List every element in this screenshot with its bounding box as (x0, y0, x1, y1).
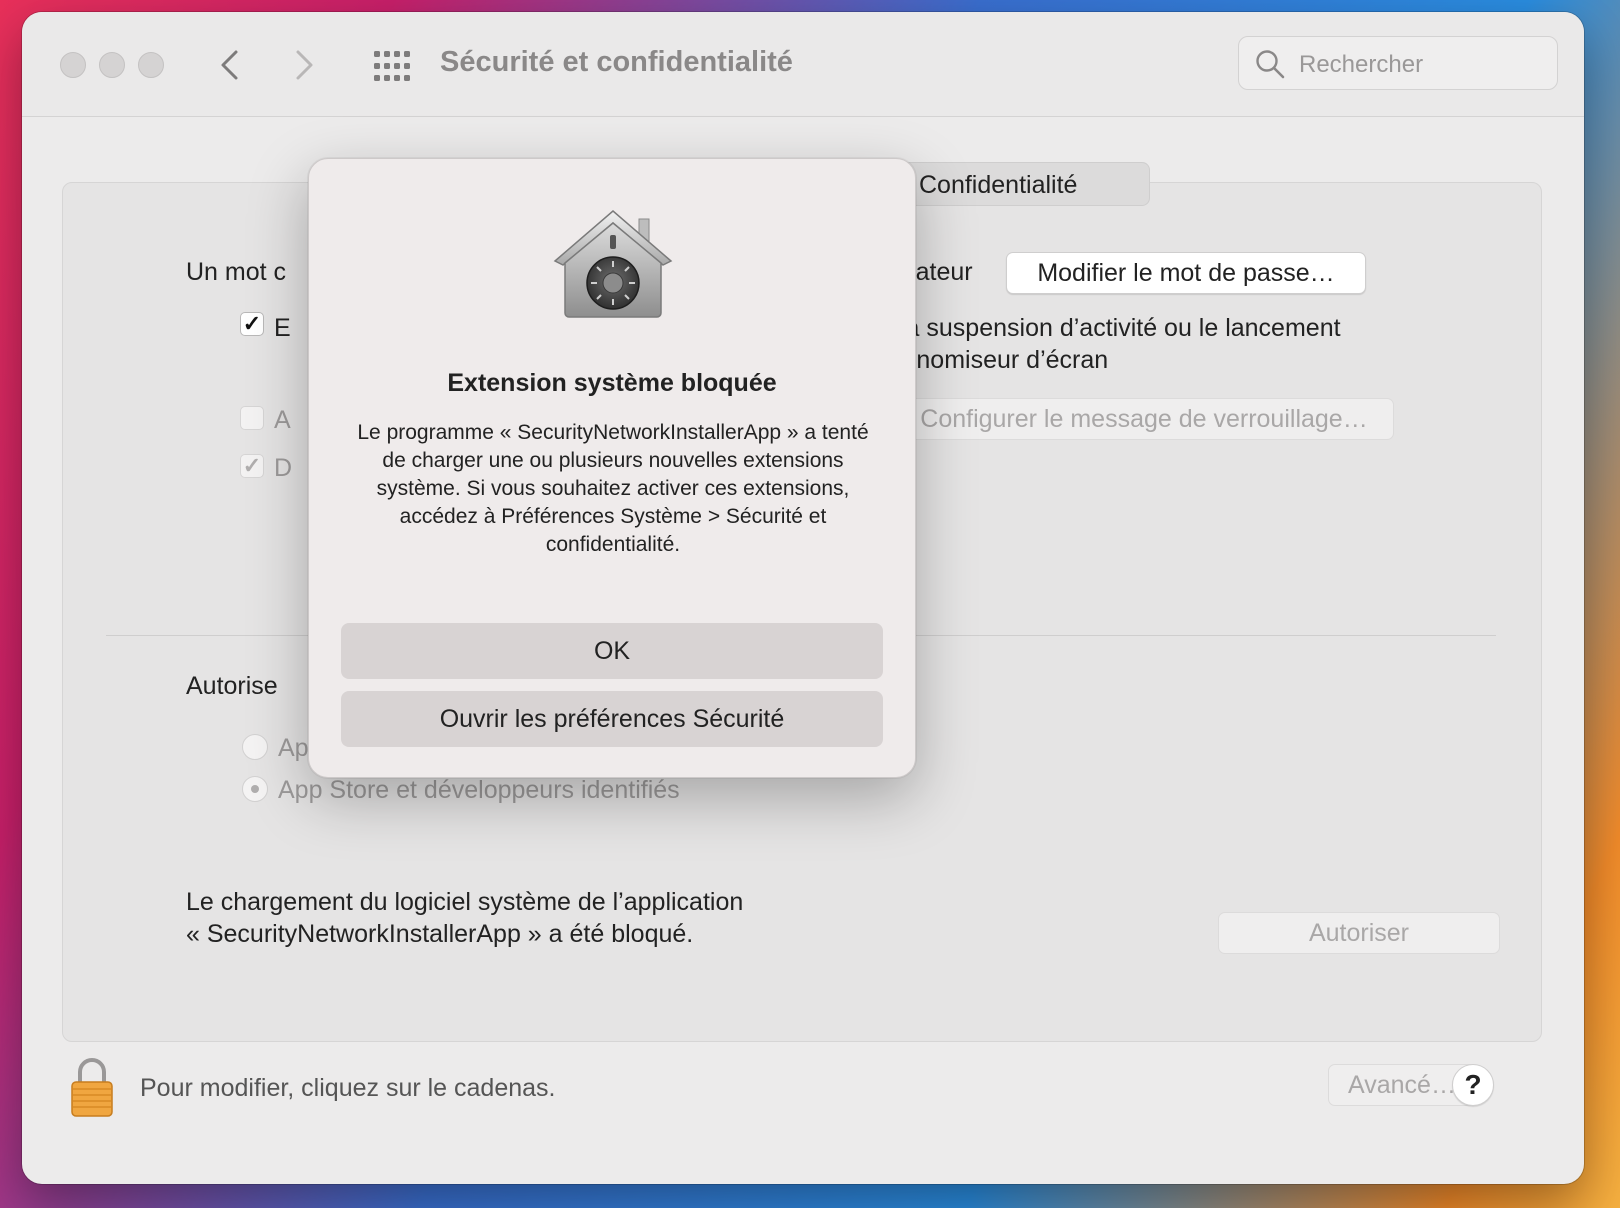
chevron-left-icon (221, 50, 238, 80)
security-house-icon (551, 205, 675, 319)
titlebar: Sécurité et confidentialité Rechercher (22, 12, 1584, 117)
search-placeholder: Rechercher (1299, 51, 1424, 78)
require-password-letter: E (274, 314, 291, 342)
lock-message: Pour modifier, cliquez sur le cadenas. (140, 1074, 556, 1102)
search-icon (1256, 50, 1285, 79)
show-all-grid-button[interactable] (374, 50, 412, 82)
help-button[interactable]: ? (1452, 1064, 1494, 1106)
lock-button[interactable] (70, 1056, 114, 1118)
tab-privacy[interactable]: Confidentialité (919, 171, 1077, 200)
window-title: Sécurité et confidentialité (440, 46, 793, 78)
radio-app-store-identified-label: App Store et développeurs identifiés (278, 776, 680, 804)
allow-apps-label: Autorise (186, 672, 278, 700)
change-password-button[interactable]: Modifier le mot de passe… (1006, 252, 1366, 294)
require-password-text-line1: la suspension d’activité ou le lancement (900, 314, 1341, 342)
ok-button[interactable]: OK (341, 623, 883, 679)
chevron-right-icon (296, 50, 313, 80)
disable-auto-login-checkbox[interactable]: ✓ (240, 454, 264, 478)
dialog-title: Extension système bloquée (447, 369, 777, 397)
blocked-software-text-line1: Le chargement du logiciel système de l’a… (186, 888, 744, 916)
zoom-window-button[interactable] (138, 52, 164, 78)
radio-app-store-identified[interactable] (242, 776, 268, 802)
close-window-button[interactable] (60, 52, 86, 78)
system-preferences-window: Sécurité et confidentialité Rechercher u… (22, 12, 1584, 1184)
dialog-message: Le programme « SecurityNetworkInstallerA… (357, 421, 869, 556)
grid-icon (374, 51, 410, 81)
radio-selected-dot (251, 785, 259, 793)
require-password-checkbox[interactable]: ✓ (240, 312, 264, 336)
require-password-text-line2: conomiseur d’écran (890, 346, 1109, 374)
password-text-left: Un mot c (186, 258, 287, 286)
allow-button[interactable]: Autoriser (1218, 912, 1500, 954)
minimize-window-button[interactable] (99, 52, 125, 78)
forward-button[interactable] (286, 48, 320, 82)
show-message-checkbox[interactable] (240, 406, 264, 430)
open-security-preferences-button[interactable]: Ouvrir les préférences Sécurité (341, 691, 883, 747)
blocked-extension-dialog: Extension système bloquée Le programme «… (308, 158, 916, 778)
show-message-letter: A (274, 406, 291, 434)
search-field[interactable]: Rechercher (1238, 36, 1558, 90)
radio-app-store[interactable] (242, 734, 268, 760)
blocked-software-text-line2: « SecurityNetworkInstallerApp » a été bl… (186, 920, 694, 948)
back-button[interactable] (214, 48, 248, 82)
padlock-icon (71, 1058, 113, 1117)
disable-auto-login-letter: D (274, 454, 293, 482)
lock-message-button[interactable]: Configurer le message de verrouillage… (894, 398, 1394, 440)
